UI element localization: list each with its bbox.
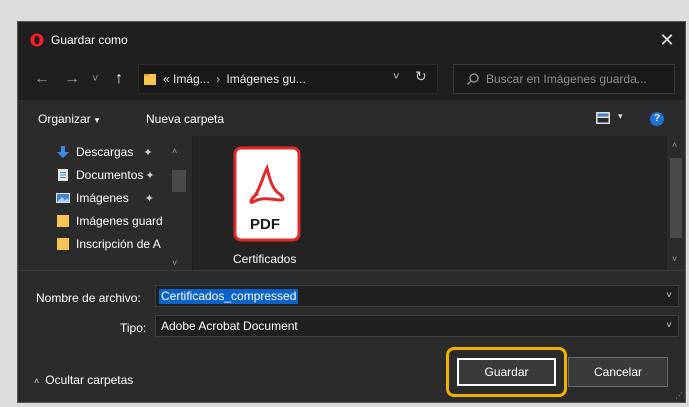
download-arrow-icon xyxy=(57,146,69,158)
new-folder-button[interactable]: Nueva carpeta xyxy=(146,112,224,126)
file-type-value: Adobe Acrobat Document xyxy=(161,319,298,333)
pictures-icon xyxy=(56,193,70,203)
document-icon xyxy=(58,169,68,181)
view-options-dropdown-icon[interactable]: ▾ xyxy=(618,111,623,122)
cancel-button[interactable]: Cancelar xyxy=(568,357,668,387)
opera-logo-icon xyxy=(30,33,44,47)
sidebar-item-imagenes[interactable]: Imágenes ✦ xyxy=(56,188,154,208)
search-box[interactable]: Buscar en Imágenes guarda... xyxy=(453,64,675,94)
sidebar-item-descargas[interactable]: Descargas ✦ xyxy=(56,142,153,162)
sidebar-scroll-up-icon[interactable]: ˄ xyxy=(172,146,177,156)
up-folder-button[interactable]: ↑ xyxy=(115,69,123,89)
search-placeholder: Buscar en Imágenes guarda... xyxy=(486,72,647,86)
search-icon xyxy=(467,73,479,85)
sidebar-scrollbar-thumb[interactable] xyxy=(172,170,186,192)
file-list-scrollbar[interactable]: ˄ ˅ xyxy=(667,136,685,270)
chevron-down-icon[interactable]: ˅ xyxy=(666,320,672,331)
breadcrumb: « Imág... › Imágenes gu... xyxy=(163,72,306,86)
file-type-select[interactable]: Adobe Acrobat Document ˅ xyxy=(155,315,679,337)
pin-icon[interactable]: ✦ xyxy=(145,169,154,182)
hide-folders-button[interactable]: ˄ Ocultar carpetas xyxy=(34,373,133,387)
scroll-down-icon[interactable]: ˅ xyxy=(672,254,677,264)
breadcrumb-overflow[interactable]: « xyxy=(163,72,170,86)
scroll-up-icon[interactable]: ˄ xyxy=(672,140,677,150)
folder-icon xyxy=(57,215,69,227)
sidebar-item-inscripcion[interactable]: Inscripción de A xyxy=(56,234,161,254)
sidebar-item-label: Inscripción de A xyxy=(76,237,161,251)
recent-locations-dropdown[interactable]: ˅ xyxy=(92,69,98,89)
sidebar-item-label: Descargas xyxy=(76,145,134,159)
organize-menu-button[interactable]: Organizar ▾ xyxy=(38,112,99,126)
file-list: PDF Certificados xyxy=(193,136,667,270)
dialog-title: Guardar como xyxy=(51,33,128,47)
close-button[interactable]: ✕ xyxy=(649,22,685,58)
filename-value[interactable]: Certificados_compressed xyxy=(159,289,299,304)
folder-icon xyxy=(144,74,156,85)
breadcrumb-separator: › xyxy=(216,72,221,86)
command-toolbar: Organizar ▾ Nueva carpeta ▾ ? xyxy=(18,102,685,136)
hide-folders-label: Ocultar carpetas xyxy=(45,373,134,387)
save-options-panel: Nombre de archivo: Certificados_compress… xyxy=(18,270,685,402)
address-dropdown-icon[interactable]: ˅ xyxy=(393,71,399,83)
save-button[interactable]: Guardar xyxy=(457,358,556,386)
save-as-dialog: Guardar como ✕ ← → ˅ ↑ « Imág... › Imáge… xyxy=(18,22,685,402)
sidebar-item-documentos[interactable]: Documentos ✦ xyxy=(56,165,155,185)
view-options-icon[interactable] xyxy=(596,112,610,124)
sidebar-item-label: Imágenes xyxy=(76,191,129,205)
navigation-pane: Descargas ✦ Documentos ✦ Imágenes ✦ Imág… xyxy=(18,136,192,270)
filename-label: Nombre de archivo: xyxy=(36,291,141,305)
chevron-down-icon[interactable]: ˅ xyxy=(666,290,672,301)
breadcrumb-item-imagenes-guardadas[interactable]: Imágenes gu... xyxy=(226,72,305,86)
file-type-label: Tipo: xyxy=(120,321,147,335)
organize-label: Organizar xyxy=(38,112,91,126)
navigation-bar: ← → ˅ ↑ « Imág... › Imágenes gu... ˅ ↻ B… xyxy=(18,58,685,100)
chevron-down-icon: ▾ xyxy=(94,115,100,125)
filename-input[interactable]: Certificados_compressed ˅ xyxy=(155,285,679,307)
file-type-badge: PDF xyxy=(250,216,280,233)
file-item-certificados[interactable]: PDF xyxy=(233,146,301,242)
pin-icon[interactable]: ✦ xyxy=(143,146,152,159)
back-button[interactable]: ← xyxy=(34,69,50,89)
sidebar-item-imagenes-guardadas[interactable]: Imágenes guard xyxy=(56,211,163,231)
address-bar[interactable]: « Imág... › Imágenes gu... ˅ ↻ xyxy=(138,64,438,94)
refresh-icon[interactable]: ↻ xyxy=(415,68,427,85)
forward-button[interactable]: → xyxy=(64,69,80,89)
sidebar-scroll-down-icon[interactable]: ˅ xyxy=(172,258,177,268)
title-bar: Guardar como ✕ xyxy=(18,22,685,58)
file-name-label: Certificados xyxy=(233,252,297,266)
resize-grip-icon[interactable]: ⋰ xyxy=(675,392,683,400)
scrollbar-thumb[interactable] xyxy=(670,158,682,238)
sidebar-item-label: Documentos xyxy=(76,168,144,182)
breadcrumb-item-imagenes[interactable]: Imág... xyxy=(173,72,210,86)
help-button[interactable]: ? xyxy=(650,112,664,126)
pin-icon[interactable]: ✦ xyxy=(145,192,154,205)
folder-icon xyxy=(57,238,69,250)
close-icon: ✕ xyxy=(659,29,675,50)
sidebar-item-label: Imágenes guard xyxy=(76,214,163,228)
chevron-up-icon: ˄ xyxy=(34,376,40,386)
